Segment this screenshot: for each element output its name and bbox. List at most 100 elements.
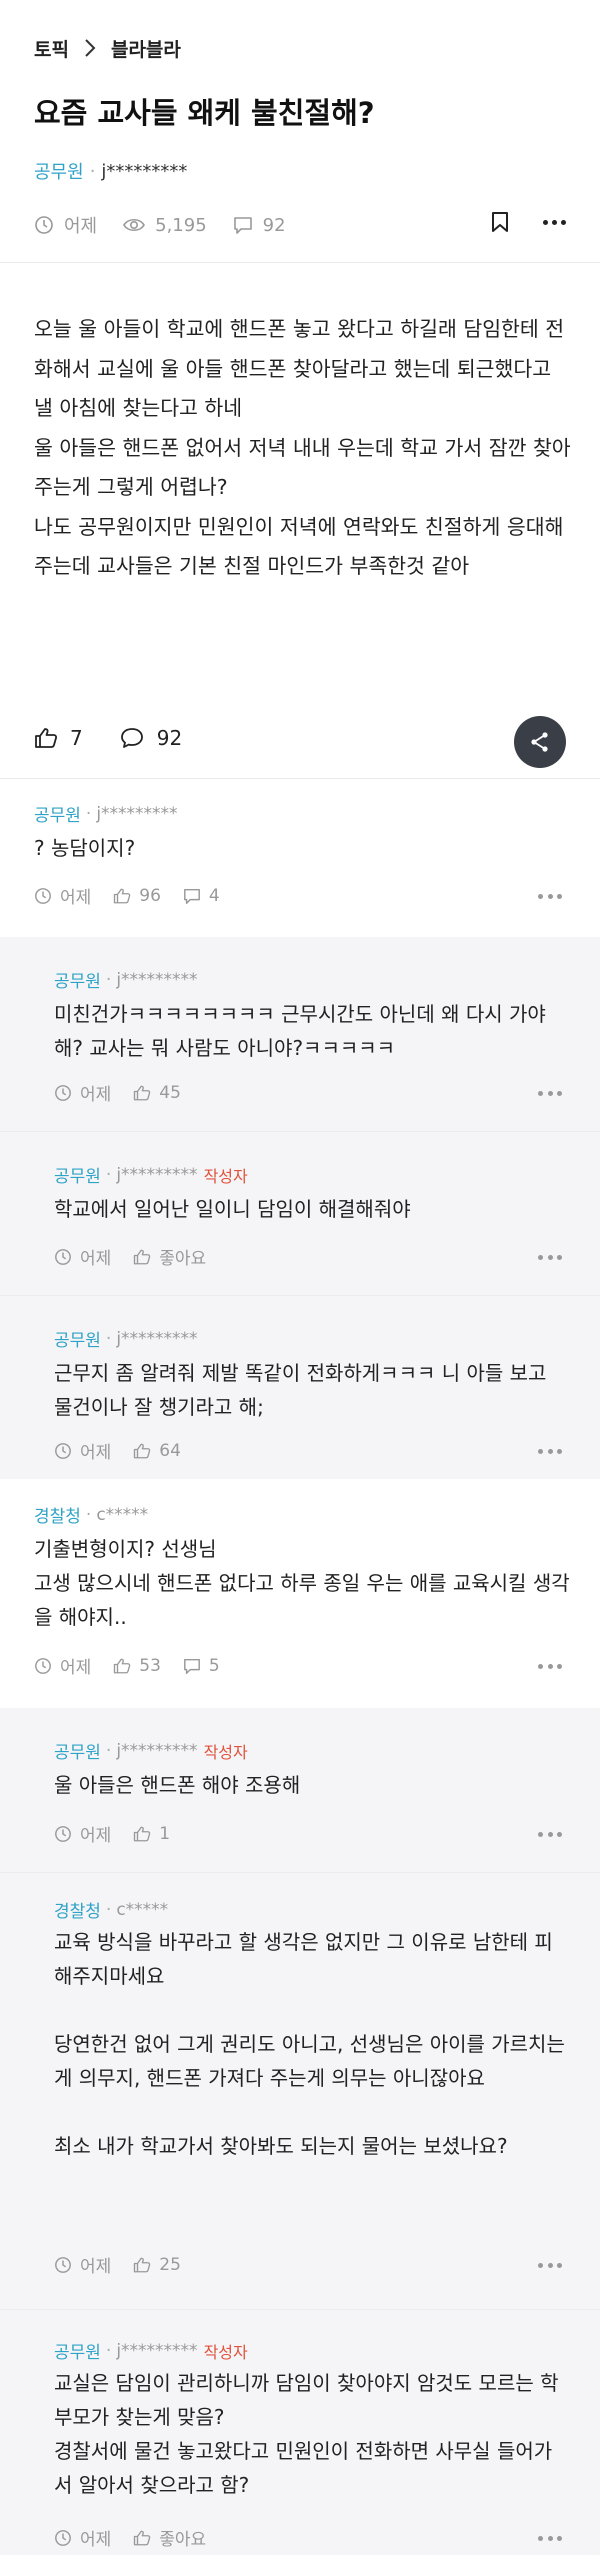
thumbs-up-icon: [134, 1826, 151, 1841]
thumbs-up-icon: [134, 1085, 151, 1100]
comment-meta: 어제 45: [54, 1080, 203, 1105]
comment-meta: 어제 53 5: [34, 1653, 242, 1678]
comment-author[interactable]: 경찰청 · c*****: [34, 1502, 148, 1528]
post-actions: [491, 211, 566, 233]
clock-icon: [35, 887, 51, 904]
comment-author[interactable]: 공무원 · j********* 작성자: [54, 2338, 248, 2364]
breadcrumb-board[interactable]: 블라블라: [111, 35, 181, 62]
comment-text: ? 농담이지?: [34, 836, 136, 860]
thumbs-up-icon: [134, 1249, 151, 1264]
comment-icon: [120, 728, 143, 748]
comment-like-button[interactable]: 25: [133, 2255, 181, 2275]
post-body: 오늘 울 아들이 학교에 핸드폰 놓고 왔다고 하길래 담임한테 전화해서 교실…: [34, 317, 571, 578]
comment-like-button[interactable]: 좋아요: [133, 1244, 206, 1269]
clock-icon: [55, 1825, 71, 1842]
comment-meta: 어제 64: [54, 1438, 203, 1463]
comment-button[interactable]: 92: [119, 726, 182, 750]
comment-text: 교실은 담임이 관리하니까 담임이 찾아야지 암것도 모르는 학부모가 찾는게 …: [54, 2371, 559, 2497]
clock-icon: [35, 1657, 51, 1674]
like-button[interactable]: 7: [34, 726, 83, 750]
reply-comment: 공무원 · j********* 작성자 학교에서 일어난 일이니 담임이 해결해줘야…: [0, 1132, 600, 1295]
clock-icon: [55, 1084, 71, 1101]
more-options-icon[interactable]: [543, 219, 566, 225]
comment-text: 학교에서 일어난 일이니 담임이 해결해줘야: [54, 1197, 411, 1221]
comment-author[interactable]: 공무원 · j********* 작성자: [54, 1738, 248, 1764]
post-time: 어제: [34, 212, 97, 238]
comment-text: 근무지 좀 알려줘 제발 똑같이 전화하게ㅋㅋㅋ 니 아들 보고 물건이나 잘 …: [54, 1361, 547, 1419]
comment-icon: [184, 888, 200, 904]
comment-author[interactable]: 공무원 · j*********: [54, 1326, 198, 1352]
comment-author[interactable]: 경찰청 · c*****: [54, 1897, 168, 1923]
writer-badge: 작성자: [203, 1166, 248, 1186]
writer-badge: 작성자: [203, 1742, 248, 1762]
comment: 공무원 · j********* ? 농담이지? 어제 96 4: [0, 779, 600, 936]
comment-text: 울 아들은 핸드폰 해야 조용해: [54, 1773, 301, 1797]
more-options-icon[interactable]: [538, 2535, 562, 2541]
divider: [0, 262, 600, 263]
thumbs-up-icon: [35, 728, 58, 748]
comment-like-button[interactable]: 1: [133, 1824, 170, 1844]
reply-comment: 경찰청 · c***** 교육 방식을 바꾸라고 할 생각은 없지만 그 이유로 남…: [0, 1873, 600, 2309]
comment-meta: 어제 좋아요: [54, 1244, 228, 1269]
comment-reply-button[interactable]: 4: [183, 886, 220, 906]
post-views: 5,195: [123, 215, 207, 236]
comment: 경찰청 · c***** 기출변형이지? 선생님 고생 많으시네 핸드폰 없다고 하…: [0, 1480, 600, 1708]
more-options-icon[interactable]: [538, 2262, 562, 2268]
comment-text: 교육 방식을 바꾸라고 할 생각은 없지만 그 이유로 남한테 피해주지마세요 …: [54, 1930, 565, 2158]
thumbs-up-icon: [134, 2530, 151, 2545]
reply-comment: 공무원 · j********* 작성자 교실은 담임이 관리하니까 담임이 찾아야지…: [0, 2310, 600, 2555]
more-options-icon[interactable]: [538, 1448, 562, 1454]
comment-like-button[interactable]: 53: [113, 1656, 161, 1676]
clock-icon: [55, 2529, 71, 2546]
comment-text: 기출변형이지? 선생님 고생 많으시네 핸드폰 없다고 하루 종일 우는 애를 …: [34, 1537, 570, 1629]
post-author[interactable]: 공무원 · j*********: [34, 158, 187, 184]
comment-icon: [184, 1658, 200, 1674]
comment-reply-button[interactable]: 5: [183, 1656, 220, 1676]
comment-like-button[interactable]: 좋아요: [133, 2525, 206, 2550]
separator-dot: ·: [89, 160, 96, 182]
clock-icon: [55, 1442, 71, 1459]
more-options-icon[interactable]: [538, 893, 562, 899]
chevron-right-icon: [85, 39, 96, 57]
more-options-icon[interactable]: [538, 1831, 562, 1837]
clock-icon: [55, 2256, 71, 2273]
comment-like-button[interactable]: 64: [133, 1441, 181, 1461]
comment-author[interactable]: 공무원 · j*********: [34, 801, 178, 827]
clock-icon: [55, 1248, 71, 1265]
author-category: 공무원: [34, 162, 84, 183]
thumbs-up-icon: [134, 2257, 151, 2272]
share-button[interactable]: [514, 716, 566, 768]
post-stats: 어제 5,195 92: [34, 212, 312, 238]
writer-badge: 작성자: [203, 2342, 248, 2362]
post-title: 요즘 교사들 왜케 불친절해?: [34, 96, 375, 130]
reply-comment: 공무원 · j********* 작성자 울 아들은 핸드폰 해야 조용해 어제 1: [0, 1708, 600, 1872]
post-reactions: 7 92: [34, 726, 218, 750]
reply-comment: 공무원 · j********* 미친건가ㅋㅋㅋㅋㅋㅋㅋㅋ 근무시간도 아닌데 왜 …: [0, 937, 600, 1131]
post-page: 토픽 블라블라 요즘 교사들 왜케 불친절해? 공무원 · j*********…: [0, 0, 600, 2555]
more-options-icon[interactable]: [538, 1663, 562, 1669]
thumbs-up-icon: [134, 1443, 151, 1458]
breadcrumb-topic[interactable]: 토픽: [34, 35, 69, 62]
more-options-icon[interactable]: [538, 1254, 562, 1260]
breadcrumb: 토픽 블라블라: [34, 34, 181, 62]
author-id: j*********: [101, 160, 188, 182]
thumbs-up-icon: [114, 888, 131, 903]
reply-comment: 공무원 · j********* 근무지 좀 알려줘 제발 똑같이 전화하게ㅋㅋㅋ …: [0, 1296, 600, 1479]
comment-like-button[interactable]: 45: [133, 1083, 181, 1103]
comment-meta: 어제 좋아요: [54, 2525, 228, 2550]
comment-meta: 어제 25: [54, 2252, 203, 2277]
thumbs-up-icon: [114, 1658, 131, 1673]
comment-author[interactable]: 공무원 · j********* 작성자: [54, 1162, 248, 1188]
comment-text: 미친건가ㅋㅋㅋㅋㅋㅋㅋㅋ 근무시간도 아닌데 왜 다시 가야해? 교사는 뭐 사…: [54, 1002, 546, 1060]
post-comment-count: 92: [233, 215, 286, 236]
comment-meta: 어제 96 4: [34, 883, 242, 908]
eye-icon: [123, 218, 146, 232]
comment-author[interactable]: 공무원 · j*********: [54, 967, 198, 993]
bookmark-icon[interactable]: [491, 211, 509, 233]
share-icon: [531, 732, 548, 752]
clock-icon: [35, 216, 53, 234]
more-options-icon[interactable]: [538, 1090, 562, 1096]
comment-like-button[interactable]: 96: [113, 886, 161, 906]
comment-icon: [233, 217, 252, 234]
comment-meta: 어제 1: [54, 1821, 192, 1846]
